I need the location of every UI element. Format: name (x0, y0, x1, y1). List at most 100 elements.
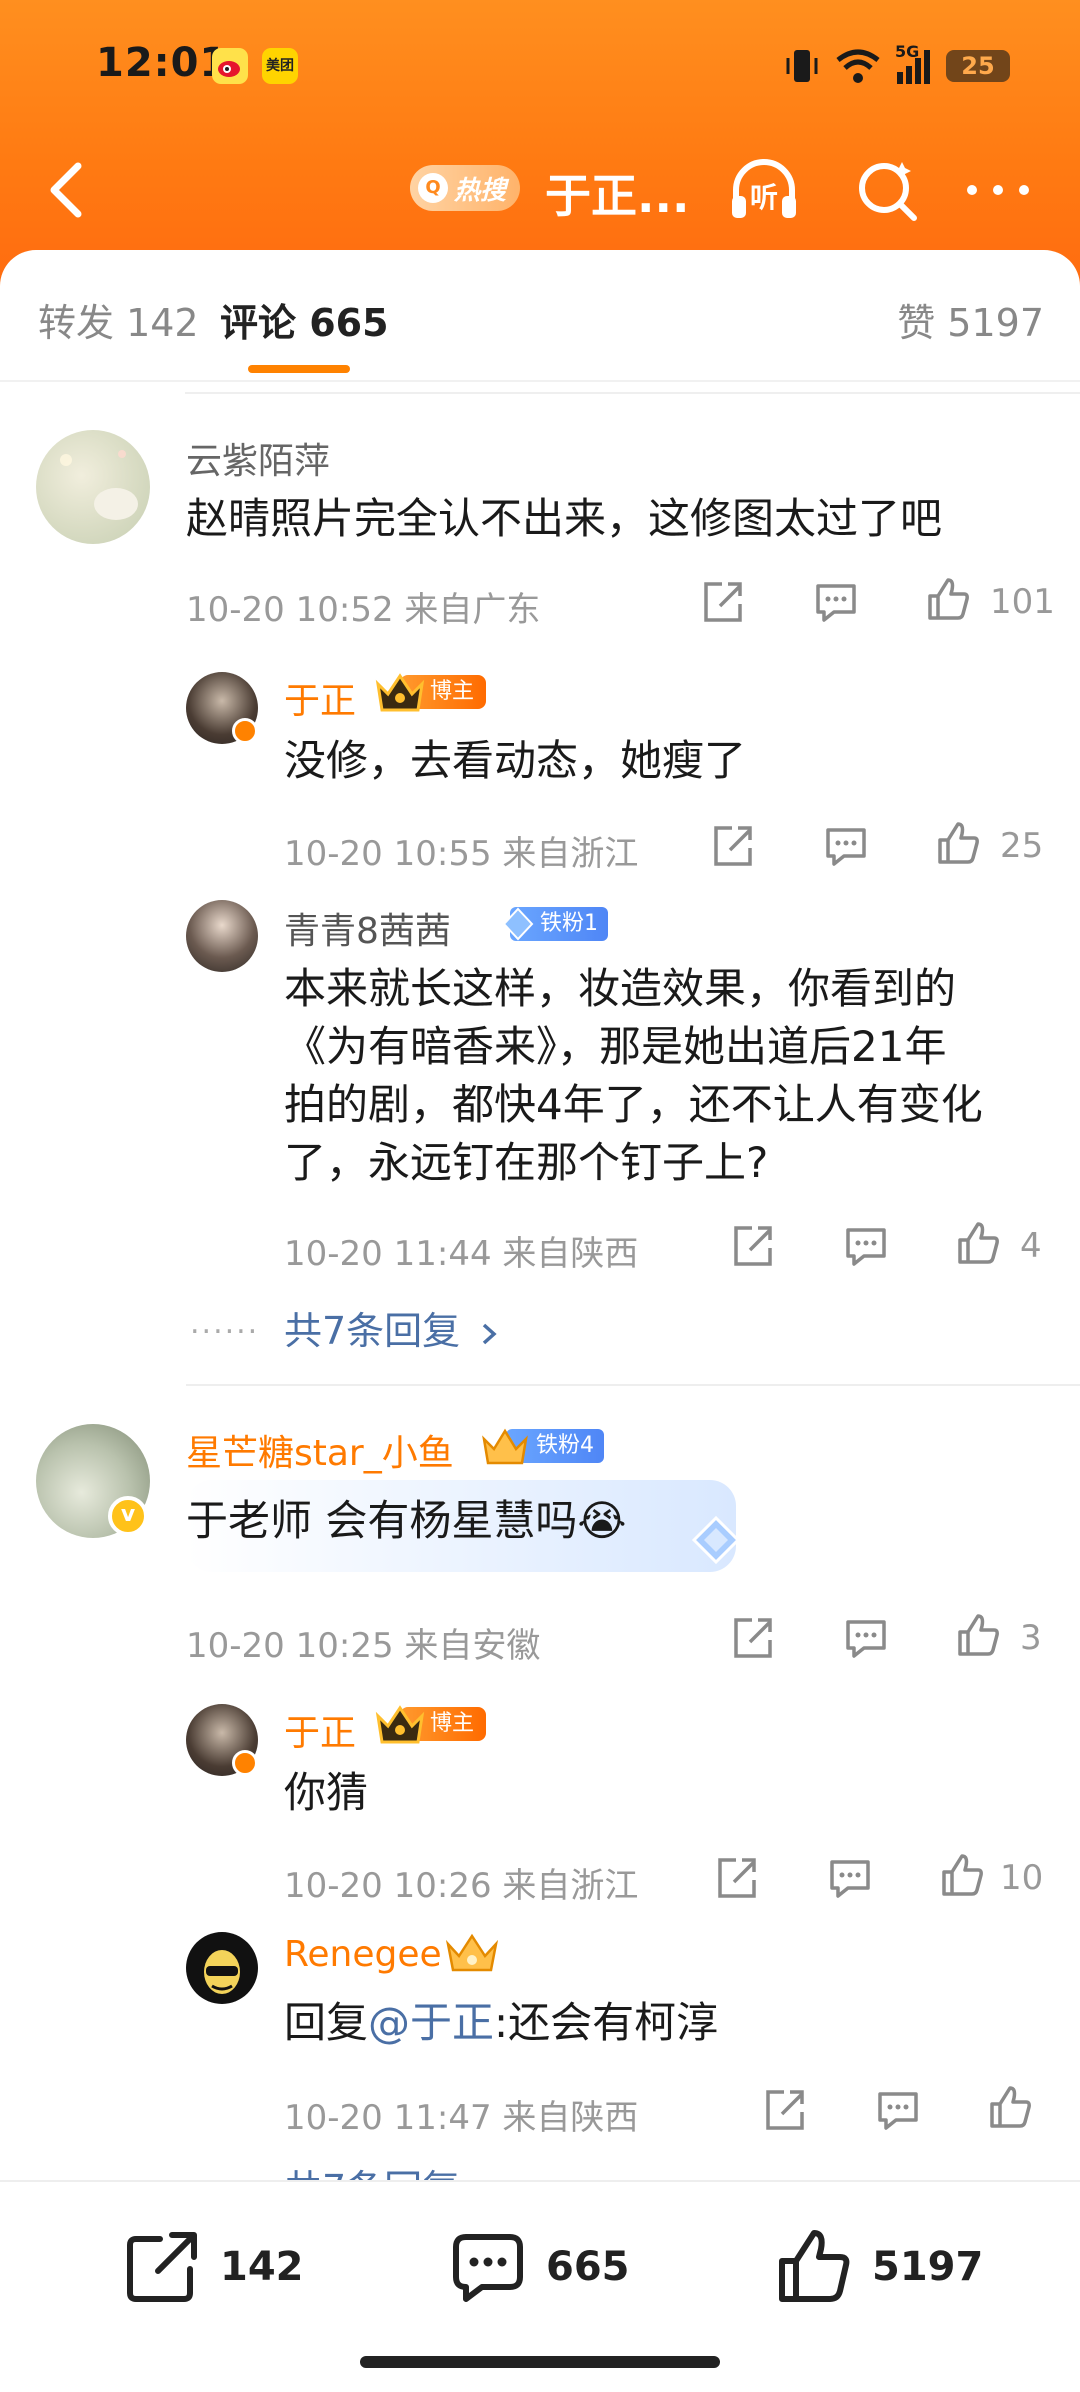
reply-meta: 10-20 10:26 来自浙江 (284, 1858, 638, 1907)
like-count: 3 (1020, 1618, 1042, 1658)
blogger-badge: 博主 (374, 673, 487, 712)
like-icon[interactable] (954, 1612, 1002, 1660)
like-icon[interactable] (986, 2084, 1034, 2132)
share-icon[interactable] (708, 822, 756, 870)
reply-text: 本来就长这样，妆造效果，你看到的 《为有暗香来》，那是她出道后21年 拍的剧，都… (284, 960, 1044, 1192)
reply-icon[interactable] (826, 1854, 874, 1902)
more-dots: ...... (190, 1306, 260, 1341)
reply-username[interactable]: 于正 (284, 672, 356, 724)
comment-date: 10-20 10:52 来自广东 (186, 582, 540, 631)
vibrate-icon (786, 50, 818, 82)
listen-label: 听 (750, 181, 779, 214)
page-title: 于正... (545, 169, 690, 223)
like-icon[interactable] (954, 1220, 1002, 1268)
reply-text-line: 拍的剧，都快4年了，还不让人有变化 (284, 1080, 983, 1129)
reply-text: 你猜 (284, 1768, 369, 1817)
reply-meta: 10-20 11:44 来自陕西 (284, 1226, 638, 1275)
verified-badge-icon: v (108, 1496, 148, 1536)
like-icon[interactable] (934, 820, 982, 868)
signal-icon: 5G (895, 42, 930, 84)
status-time: 12:01 (96, 40, 229, 86)
verified-badge-icon (232, 1750, 258, 1776)
comment-button[interactable]: 665 (448, 2222, 630, 2312)
meituan-app-icon: 美团 (262, 48, 298, 84)
reply-icon[interactable] (874, 2086, 922, 2134)
like-count: 10 (1000, 1858, 1044, 1898)
reply-icon[interactable] (822, 822, 870, 870)
like-icon[interactable] (938, 1852, 986, 1900)
reply-text: 回复@于正:还会有柯淳 (284, 1994, 718, 2052)
more-replies-link[interactable]: 共7条回复 (284, 1300, 502, 1355)
like-icon[interactable] (924, 576, 972, 624)
repost-button[interactable]: 142 (122, 2222, 304, 2312)
reply-icon[interactable] (842, 1222, 890, 1270)
reply-username[interactable]: 青青8茜茜 (284, 902, 451, 954)
reply-text: 没修，去看动态，她瘦了 (284, 736, 747, 785)
reply-location: 来自浙江 (502, 1866, 639, 1906)
reply-prefix: 回复 (284, 1998, 369, 2047)
comment-username[interactable]: 云紫陌萍 (186, 432, 330, 484)
reply-date: 10-20 10:26 (284, 1866, 492, 1906)
wifi-icon (836, 49, 880, 83)
mention-link[interactable]: @于正 (368, 1998, 494, 2047)
network-type: 5G (895, 42, 920, 61)
like-count: 101 (990, 582, 1055, 622)
comment-count: 665 (546, 2244, 630, 2290)
crying-emoji-icon: 😭 (577, 1496, 627, 1545)
blogger-badge: 博主 (374, 1705, 487, 1744)
comment-date-value: 10-20 10:25 (186, 1626, 394, 1666)
share-icon[interactable] (698, 578, 746, 626)
crown-icon (375, 673, 425, 712)
comment-icon (453, 2234, 523, 2302)
tab-comment[interactable]: 评论 665 (220, 292, 389, 347)
listen-button[interactable]: 听 (726, 154, 802, 226)
back-icon[interactable] (38, 158, 98, 222)
verified-badge-icon (232, 718, 258, 744)
share-icon[interactable] (760, 2086, 808, 2134)
reply-username[interactable]: Renegee (284, 1934, 442, 1975)
like-button[interactable]: 5197 (774, 2222, 983, 2312)
reply-text-line: 了，永远钉在那个钉子上? (284, 1138, 769, 1187)
app-root: 12:01 美团 5G 25 Q 热搜 于正... 听 转发 142 评论 66… (0, 0, 1080, 2392)
reply-text-line: 《为有暗香来》，那是她出道后21年 (284, 1022, 947, 1071)
status-icons: 5G 25 (785, 42, 1010, 88)
comment-location: 来自安徽 (404, 1626, 541, 1666)
status-bar: 12:01 美团 5G 25 (0, 0, 1080, 130)
reply-text-line: 本来就长这样，妆造效果，你看到的 (284, 964, 957, 1013)
share-icon (127, 2232, 197, 2302)
reply-username[interactable]: 于正 (284, 1704, 356, 1756)
share-icon[interactable] (712, 1854, 760, 1902)
comment-text-value: 于老师 会有杨星慧吗 (186, 1496, 578, 1545)
reply-icon[interactable] (812, 578, 860, 626)
share-icon[interactable] (728, 1614, 776, 1662)
like-count: 25 (1000, 826, 1044, 866)
avatar[interactable] (36, 430, 150, 544)
like-icon (779, 2230, 850, 2302)
reply-meta: 10-20 10:55 来自浙江 (284, 826, 638, 875)
avatar[interactable] (186, 1932, 258, 2004)
reply-meta: 10-20 11:47 来自陕西 (284, 2090, 638, 2139)
hot-search-badge[interactable]: Q 热搜 (410, 162, 521, 214)
avatar[interactable] (186, 900, 258, 972)
reply-date: 10-20 11:47 (284, 2098, 492, 2138)
home-indicator[interactable] (360, 2356, 720, 2368)
like-count: 5197 (872, 2244, 984, 2290)
content-sheet: 转发 142 评论 665 赞 5197 (0, 250, 1080, 2392)
fan-badge: 铁粉4 (480, 1427, 604, 1465)
search-icon[interactable] (850, 154, 926, 226)
comment-date: 10-20 10:25 来自安徽 (186, 1618, 540, 1667)
comment-text: 赵晴照片完全认不出来，这修图太过了吧 (186, 494, 943, 543)
tab-indicator (248, 365, 350, 373)
reply-icon[interactable] (842, 1614, 890, 1662)
tab-like[interactable]: 赞 5197 (897, 292, 1044, 347)
tab-bar: 转发 142 评论 665 赞 5197 (0, 250, 1080, 380)
more-icon[interactable] (960, 154, 1036, 226)
comment-username[interactable]: 星芒糖star_小鱼 (186, 1424, 454, 1476)
reply-location: 来自浙江 (502, 834, 639, 874)
reply-date: 10-20 11:44 (284, 1234, 492, 1274)
share-icon[interactable] (728, 1222, 776, 1270)
weibo-app-icon (212, 48, 248, 84)
tab-repost[interactable]: 转发 142 (38, 292, 199, 347)
reply-location: 来自陕西 (502, 2098, 639, 2138)
tab-divider (0, 380, 1080, 382)
